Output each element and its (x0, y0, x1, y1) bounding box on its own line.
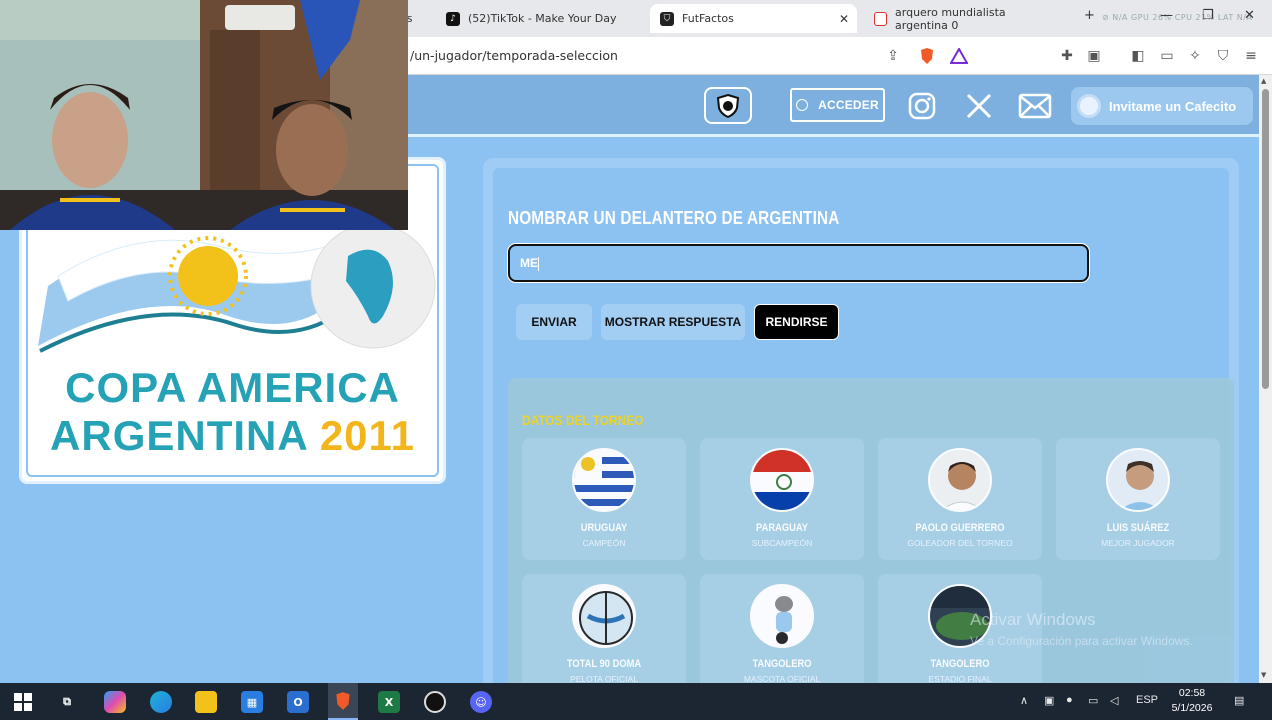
notification-icon[interactable]: ▤ (1234, 694, 1244, 707)
quiz-panel: NOMBRAR UN DELANTERO DE ARGENTINA ME ENV… (483, 158, 1239, 683)
mostrar-respuesta-button[interactable]: MOSTRAR RESPUESTA (601, 304, 745, 340)
tab-label: arquero mundialista argentina 0 (895, 5, 1006, 32)
copa-subtitle: ARGENTINA 2011 (50, 412, 415, 459)
new-tab-icon[interactable]: + (1084, 8, 1095, 23)
search-icon (874, 11, 888, 26)
start-icon[interactable] (12, 691, 34, 713)
tab-label: (52)TikTok - Make Your Day (468, 12, 617, 25)
question-heading: NOMBRAR UN DELANTERO DE ARGENTINA (508, 208, 840, 228)
obs-icon[interactable] (424, 691, 446, 713)
share-icon[interactable]: ⇪ (883, 46, 903, 66)
tab-label: FutFactos (682, 12, 734, 25)
edge-icon[interactable] (150, 691, 172, 713)
volume-icon[interactable]: ◁ (1110, 694, 1118, 707)
tiktok-icon: ♪ (446, 11, 460, 26)
instagram-icon[interactable] (907, 91, 937, 121)
tab-search[interactable]: arquero mundialista argentina 0 (864, 4, 1068, 33)
page-scrollbar[interactable]: ▲ ▼ (1259, 75, 1272, 683)
restore-icon[interactable]: ❐ (1202, 8, 1214, 23)
scroll-thumb[interactable] (1262, 89, 1269, 389)
cafecito-icon (1077, 94, 1101, 118)
ball-icon (572, 584, 636, 648)
tray-app-icon[interactable]: ▣ (1044, 694, 1054, 707)
datos-card-mejor-jugador: LUIS SUÁREZ MEJOR JUGADOR (1056, 438, 1220, 560)
mascot-icon (750, 584, 814, 648)
network-icon[interactable]: ▭ (1088, 694, 1098, 707)
language-indicator[interactable]: ESP (1136, 694, 1158, 706)
brave-shield-icon[interactable] (917, 46, 937, 66)
paraguay-flag-icon (750, 448, 814, 512)
webcam-video-image (0, 0, 408, 230)
player-photo-icon (1106, 448, 1170, 512)
quiz-inner: NOMBRAR UN DELANTERO DE ARGENTINA ME ENV… (493, 168, 1234, 683)
player-photo-icon (928, 448, 992, 512)
scroll-up-icon[interactable]: ▲ (1261, 77, 1266, 85)
tab-tiktok[interactable]: ♪ (52)TikTok - Make Your Day (436, 4, 646, 33)
acceder-button[interactable]: ACCEDER (790, 88, 885, 122)
extensions-icon[interactable]: ✚ (1057, 46, 1077, 66)
x-twitter-icon[interactable] (964, 91, 994, 121)
answer-input[interactable]: ME (508, 244, 1089, 282)
window-close-icon[interactable]: ✕ (1244, 8, 1255, 23)
datos-card-pelota: TOTAL 90 DOMA PELOTA OFICIAL (522, 574, 686, 683)
datos-card-subcampeon: PARAGUAY SUBCAMPEÓN (700, 438, 864, 560)
microphone-icon[interactable]: ● (1066, 694, 1073, 706)
mail-icon[interactable] (1018, 91, 1052, 121)
copa-title: COPA AMERICA (65, 364, 400, 411)
scroll-down-icon[interactable]: ▼ (1261, 671, 1266, 679)
system-monitor: ⊘ N/A GPU 26% CPU 21% LAT N/A (1102, 13, 1253, 22)
site-logo-button[interactable] (704, 87, 752, 124)
tray-chevron-icon[interactable]: ∧ (1020, 694, 1028, 707)
windows-activation-text: Ve a Configuración para activar Windows. (970, 634, 1193, 648)
rendirse-button[interactable]: RENDIRSE (754, 304, 839, 340)
task-view-icon[interactable]: ⧉ (56, 691, 78, 713)
store-icon[interactable]: ▦ (241, 691, 263, 713)
cafecito-button[interactable]: Invitame un Cafecito (1071, 87, 1253, 125)
sidebar-icon[interactable]: ◧ (1128, 46, 1148, 66)
vpn-icon[interactable]: ⛉ (1213, 46, 1233, 66)
windows-activation-title: Activar Windows (970, 610, 1096, 629)
leo-icon[interactable]: ✧ (1185, 46, 1205, 66)
close-icon[interactable]: ✕ (839, 12, 849, 26)
url-field[interactable]: /un-jugador/temporada-seleccion (410, 48, 618, 63)
windows-taskbar: ⧉ ▦ O X ☺ ∧ ▣ ● ▭ ◁ ESP 02:58 5/1/2026 ▤ (0, 683, 1272, 720)
shield-logo-icon (716, 93, 740, 118)
futfactos-icon: ⛉ (660, 11, 674, 26)
menu-icon[interactable]: ≡ (1241, 46, 1261, 66)
datos-title: DATOS DEL TORNEO (522, 412, 644, 428)
excel-icon[interactable]: X (378, 691, 400, 713)
webcam-overlay (0, 0, 408, 230)
minimize-icon[interactable]: — (1160, 8, 1173, 23)
wallet-icon[interactable]: ▭ (1157, 46, 1177, 66)
user-icon (796, 99, 809, 111)
discord-icon[interactable]: ☺ (470, 691, 492, 713)
clock[interactable]: 02:58 5/1/2026 (1166, 686, 1218, 716)
copilot-icon[interactable] (104, 691, 126, 713)
datos-card-campeon: URUGUAY CAMPEÓN (522, 438, 686, 560)
rewards-icon[interactable] (949, 46, 969, 66)
datos-card-goleador: PAOLO GUERRERO GOLEADOR DEL TORNEO (878, 438, 1042, 560)
tab-futfactos[interactable]: ⛉ FutFactos ✕ (650, 4, 857, 33)
brave-taskbar-icon[interactable] (328, 683, 358, 720)
uruguay-flag-icon (572, 448, 636, 512)
outlook-icon[interactable]: O (287, 691, 309, 713)
file-explorer-icon[interactable] (195, 691, 217, 713)
reader-icon[interactable]: ▣ (1084, 46, 1104, 66)
datos-card-mascota: TANGOLERO MASCOTA OFICIAL (700, 574, 864, 683)
enviar-button[interactable]: ENVIAR (516, 304, 592, 340)
